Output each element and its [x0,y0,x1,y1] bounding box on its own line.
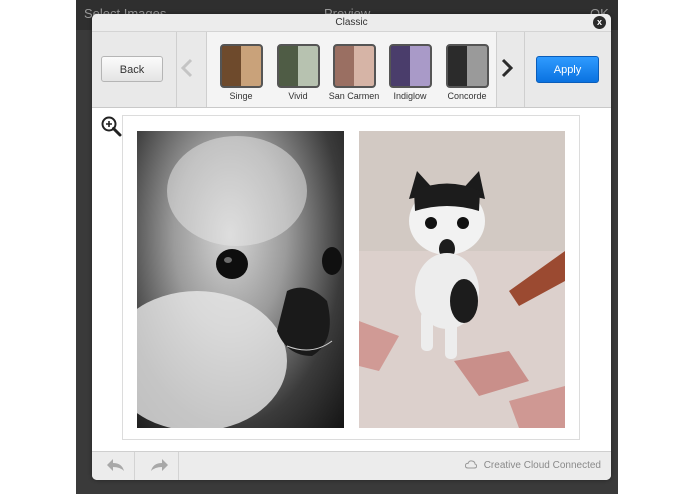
toolbar-divider [176,32,177,107]
thumb-left [278,46,298,86]
dialog-title: Classic [335,17,368,28]
creative-cloud-status-text: Creative Cloud Connected [483,460,601,471]
footer-divider [134,452,135,480]
left-margin [0,0,76,494]
thumb-right [410,46,430,86]
kitten-closeup-photo[interactable] [137,131,344,428]
filter-thumbnail [445,44,489,88]
creative-cloud-icon [464,460,478,469]
filter-indiglow[interactable]: Indiglow [384,44,436,101]
creative-cloud-status: Creative Cloud Connected [464,460,601,471]
thumb-right [467,46,487,86]
filter-toolbar: Back Singe Vivid San Carmen Indiglow Con… [92,32,611,108]
thumb-left [334,46,354,86]
thumb-right [241,46,261,86]
thumb-left [390,46,410,86]
filter-label: Singe [229,91,253,101]
toolbar-divider [524,32,525,107]
thumb-left [221,46,241,86]
thumb-left [447,46,467,86]
zoom-in-icon[interactable] [100,115,122,137]
right-margin [618,0,695,494]
kitten-standing-photo[interactable] [359,131,565,428]
footer-divider [178,452,179,480]
apply-button[interactable]: Apply [536,56,599,83]
dialog-titlebar: Classic x [92,14,611,32]
filter-label: Indiglow [393,91,427,101]
filter-dialog: Classic x Back Singe Vivid San Carmen In… [92,14,611,480]
thumb-right [298,46,318,86]
filter-thumbnail [388,44,432,88]
collage-canvas[interactable] [122,115,580,440]
filter-label: San Carmen [328,91,380,101]
filter-strip: Singe Vivid San Carmen Indiglow Concorde [206,32,497,107]
undo-icon[interactable] [106,457,126,478]
chevron-right-icon[interactable] [500,58,514,81]
preview-area [92,108,611,451]
thumb-right [354,46,374,86]
filter-singe[interactable]: Singe [215,44,267,101]
close-button[interactable]: x [593,16,606,29]
back-button[interactable]: Back [101,56,163,82]
filter-thumbnail [276,44,320,88]
filter-thumbnail [332,44,376,88]
dialog-footer: Creative Cloud Connected [92,451,611,480]
chevron-left-icon[interactable] [180,58,194,81]
filter-label: Concorde [447,91,487,101]
filter-label: Vivid [288,91,308,101]
filter-thumbnail [219,44,263,88]
filter-vivid[interactable]: Vivid [272,44,324,101]
filter-concorde[interactable]: Concorde [441,44,493,101]
redo-icon[interactable] [149,457,169,478]
filter-san-carmen[interactable]: San Carmen [328,44,380,101]
